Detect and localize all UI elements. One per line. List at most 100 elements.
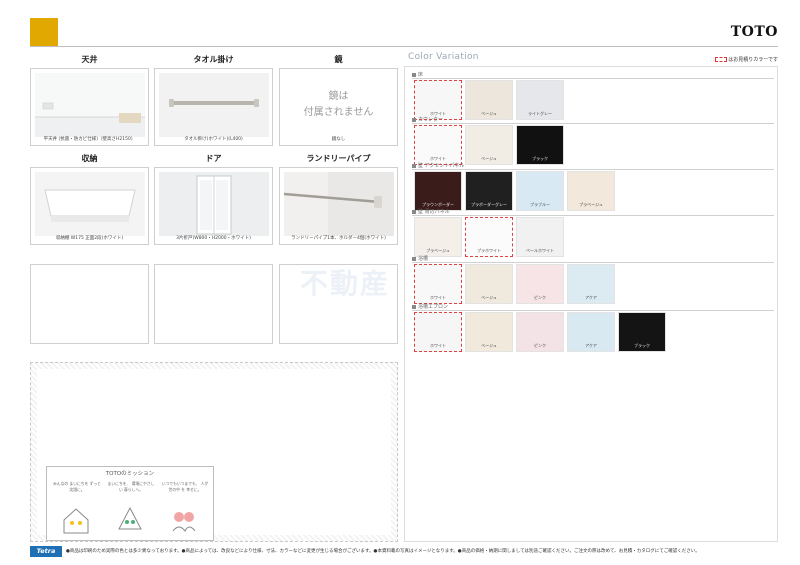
swatch-group-divider	[412, 215, 774, 216]
item-caption: 平天井 (抗菌・防カビ仕様)（壁高さH2150）	[43, 137, 136, 142]
item-title: 収納	[81, 154, 98, 163]
swatch-group-divider	[412, 169, 774, 170]
mission-title: TOTOのミッション	[105, 471, 155, 477]
item-ceiling: 天井 平天井 (抗菌・防カビ仕様)（壁高さH2150）	[30, 54, 149, 146]
item-door: ドア 3片折戸(W800・H2000・ホワイト)	[154, 153, 273, 245]
laundry-pipe-photo: ランドリーパイプ1本、ホルダー4個(ホワイト)	[279, 167, 398, 245]
swatch-group-divider	[412, 78, 774, 79]
item-title: タオル掛け	[193, 55, 234, 64]
swatch-caption: プラボーダーグレー	[471, 202, 507, 207]
swatch-caption: ベージュ	[481, 295, 497, 300]
swatch-caption: ベージュ	[481, 343, 497, 348]
swatch-caption: プラベージュ	[579, 202, 603, 207]
item-mirror: 鏡 鏡は 付属されません 鏡なし	[279, 54, 398, 146]
swatch-caption: アクア	[585, 343, 597, 348]
laundry-pipe-illustration	[284, 172, 394, 236]
footer: Tetra ●商品は印刷のため実際の色とは多少異なっております。●商品によっては…	[30, 546, 778, 558]
swatch-caption: ピンク	[534, 295, 546, 300]
bullet-icon	[412, 256, 416, 261]
storage-photo: 収納棚 W175 正面2段(ホワイト)	[30, 167, 149, 245]
color-swatch[interactable]: アクア	[567, 264, 615, 304]
people-icon	[172, 512, 196, 532]
mission-box: TOTOのミッション みんなの まいにちを ずっと笑顔に。 まいにちを、 環境に…	[46, 466, 214, 541]
door-illustration	[159, 172, 269, 236]
mission-text-1: みんなの まいにちを ずっと笑顔に。	[53, 481, 101, 492]
item-title: ランドリーパイプ	[306, 154, 371, 163]
item-caption: 収納棚 W175 正面2段(ホワイト)	[55, 236, 124, 241]
color-swatch[interactable]: ピンク	[516, 312, 564, 352]
swatch-caption: ペールホワイト	[526, 248, 554, 253]
color-swatch[interactable]: ブラック	[516, 125, 564, 165]
swatch-group-divider	[412, 123, 774, 124]
swatch-caption: ホワイト	[430, 343, 446, 348]
mirror-box: 鏡は 付属されません 鏡なし	[279, 68, 398, 146]
header-divider	[30, 46, 778, 47]
item-caption: 3片折戸(W800・H2000・ホワイト)	[176, 236, 251, 241]
color-swatch[interactable]: ベージュ	[465, 312, 513, 352]
brand-accent-square	[30, 18, 58, 46]
empty-panel	[30, 264, 149, 344]
brand-logo: TOTO	[730, 24, 778, 40]
color-swatch[interactable]: ペールホワイト	[516, 217, 564, 257]
door-photo: 3片折戸(W800・H2000・ホワイト)	[154, 167, 273, 245]
swatch-caption: プラベージュ	[426, 248, 450, 253]
color-swatch[interactable]: ホワイト	[414, 312, 462, 352]
item-title: 鏡	[334, 55, 343, 64]
item-caption: タオル掛け(ホワイト)(L400)	[184, 137, 243, 142]
swatch-caption: プラホワイト	[477, 248, 501, 253]
mission-text-3: いつでもいつまでも、 人が世の中 を 幸せに。	[161, 481, 209, 492]
swatch-caption: アクア	[585, 295, 597, 300]
item-laundry-pipe: ランドリーパイプ ランドリーパイプ1本、ホルダー4個(ホワイト)	[279, 153, 398, 245]
color-swatch[interactable]: ホワイト	[414, 264, 462, 304]
bullet-icon	[412, 163, 416, 168]
swatch-caption: ベージュ	[481, 156, 497, 161]
bullet-icon	[412, 209, 416, 214]
item-title: ドア	[205, 154, 222, 163]
bullet-icon	[412, 304, 416, 309]
color-swatch[interactable]: ベージュ	[465, 125, 513, 165]
mirror-text-line-2: 付属されません	[303, 107, 374, 118]
estimate-color-note-text: はお見積りカラーです	[728, 57, 778, 63]
bullet-icon	[412, 72, 416, 77]
color-variation-title: Color Variation	[408, 52, 479, 62]
color-swatch[interactable]: ライトグレー	[516, 80, 564, 120]
swatch-group-divider	[412, 262, 774, 263]
swatch-caption: プラブルー	[530, 202, 550, 207]
color-swatch[interactable]: ベージュ	[465, 264, 513, 304]
color-swatch[interactable]: プラホワイト	[465, 217, 513, 257]
mirror-text-line-1: 鏡は	[328, 91, 349, 102]
tetra-logo: Tetra	[30, 546, 62, 557]
item-storage: 収納 収納棚 W175 正面2段(ホワイト)	[30, 153, 149, 245]
color-swatch[interactable]: アクア	[567, 312, 615, 352]
storage-shelf-illustration	[35, 172, 145, 236]
color-swatch[interactable]: プラボーダーグレー	[465, 171, 513, 211]
color-swatch[interactable]: プラウンボーダー	[414, 171, 462, 211]
selected-mark-sample	[715, 57, 728, 62]
swatch-group-divider	[412, 310, 774, 311]
bullet-icon	[412, 117, 416, 122]
color-swatch[interactable]: ホワイト	[414, 80, 462, 120]
color-swatch[interactable]: プラベージュ	[567, 171, 615, 211]
color-swatch[interactable]: ピンク	[516, 264, 564, 304]
towel-bar-illustration	[159, 73, 269, 137]
color-swatch[interactable]: ブラック	[618, 312, 666, 352]
tree-icon	[118, 506, 142, 530]
color-swatch[interactable]: ホワイト	[414, 125, 462, 165]
swatch-caption: ホワイト	[430, 156, 446, 161]
item-title: 天井	[81, 55, 98, 64]
item-caption: ランドリーパイプ1本、ホルダー4個(ホワイト)	[291, 236, 386, 241]
swatch-caption: ブラック	[634, 343, 650, 348]
color-swatch[interactable]: ベージュ	[465, 80, 513, 120]
color-swatch[interactable]: プラブルー	[516, 171, 564, 211]
item-caption: 鏡なし	[331, 137, 346, 142]
swatch-caption: ホワイト	[430, 295, 446, 300]
ceiling-illustration	[35, 73, 145, 137]
swatch-caption: ブラック	[532, 156, 548, 161]
towel-bar-photo: タオル掛け(ホワイト)(L400)	[154, 68, 273, 146]
empty-panel	[154, 264, 273, 344]
item-towel-bar: タオル掛け タオル掛け(ホワイト)(L400)	[154, 54, 273, 146]
footer-disclaimer: ●商品は印刷のため実際の色とは多少異なっております。●商品によっては、改良などに…	[66, 549, 700, 554]
ceiling-photo: 平天井 (抗菌・防カビ仕様)（壁高さH2150）	[30, 68, 149, 146]
swatch-caption: ピンク	[534, 343, 546, 348]
color-swatch[interactable]: プラベージュ	[414, 217, 462, 257]
